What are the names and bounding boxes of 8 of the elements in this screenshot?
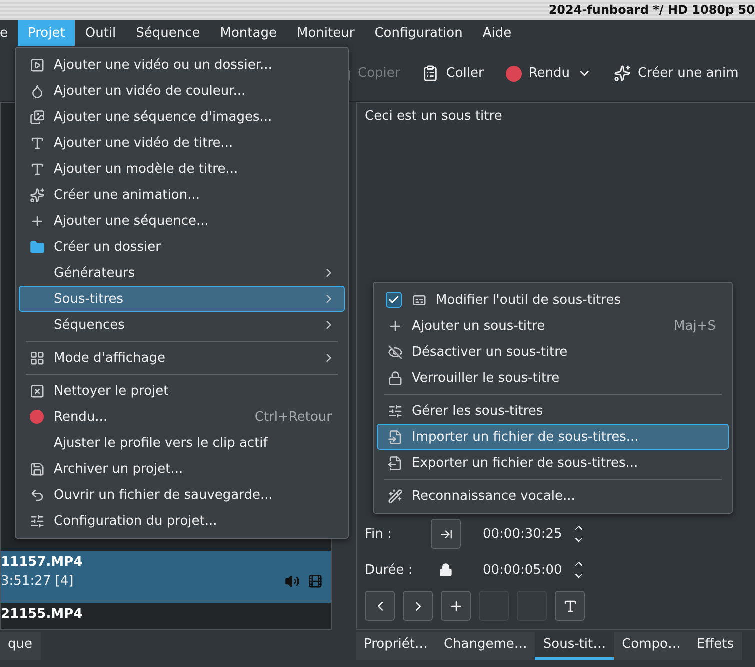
clip-info: 3:51:27 [4] — [1, 574, 74, 589]
field-label: Fin : — [365, 526, 393, 542]
field-label: Durée : — [365, 562, 414, 578]
shortcut-text: Ctrl+Retour — [254, 410, 332, 424]
window-title: 2024-funboard */ HD 1080p 50 — [548, 3, 755, 17]
clip-name: 21155.MP4 — [1, 607, 84, 622]
shortcut-text: Maj+S — [674, 318, 716, 334]
clip-name: 11157.MP4 — [1, 555, 84, 570]
